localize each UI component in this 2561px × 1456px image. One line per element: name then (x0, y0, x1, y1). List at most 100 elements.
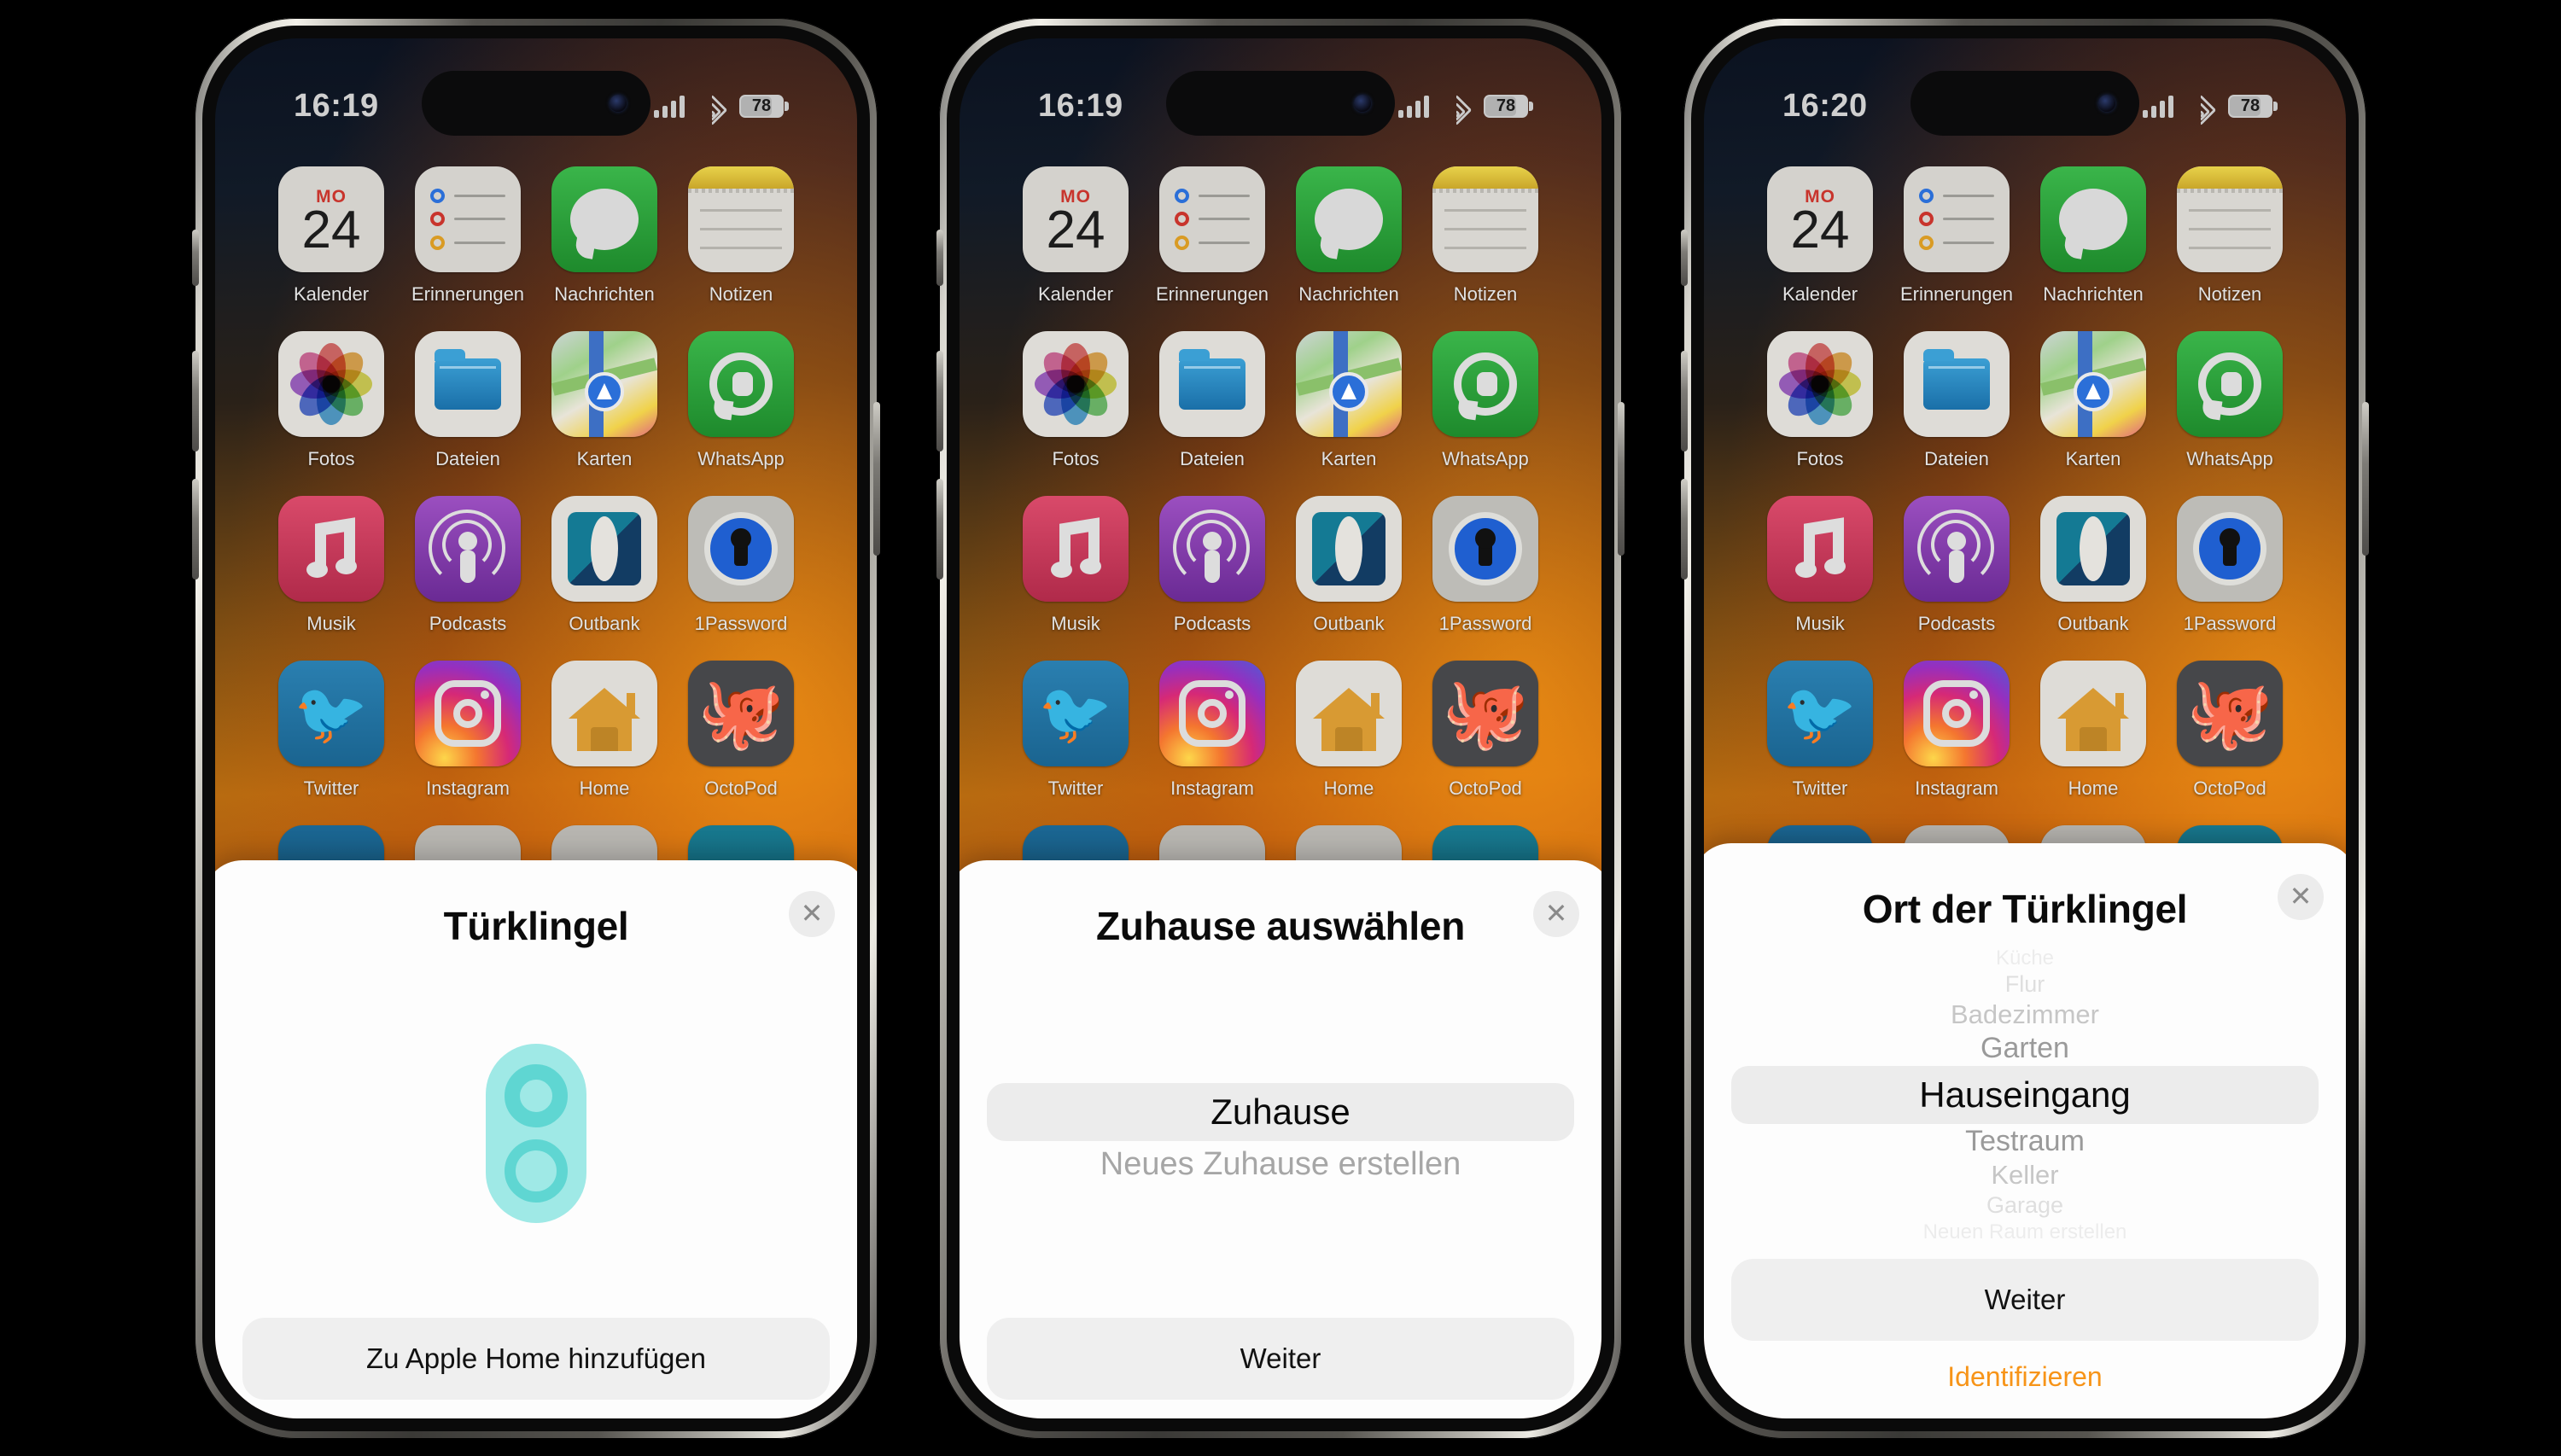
app-fotos[interactable]: Fotos (263, 330, 400, 470)
app-fotos[interactable]: Fotos (1007, 330, 1144, 470)
app-fotos[interactable]: Fotos (1752, 330, 1888, 470)
cellular-signal-icon (654, 95, 685, 118)
app-musik[interactable]: Musik (1752, 495, 1888, 635)
app-kalender[interactable]: MO 24 Kalender (263, 166, 400, 306)
room-option[interactable]: Garten (1731, 1031, 2319, 1066)
app-1password[interactable]: 1Password (673, 495, 809, 635)
mute-switch[interactable] (192, 229, 199, 286)
room-option[interactable]: Neuen Raum erstellen (1731, 1220, 2319, 1244)
room-option-selected[interactable]: Hauseingang (1731, 1066, 2319, 1124)
reminders-icon (415, 166, 521, 272)
app-kalender[interactable]: MO 24 Kalender (1007, 166, 1144, 306)
doorbell-icon (486, 1043, 586, 1223)
add-to-apple-home-button[interactable]: Zu Apple Home hinzufügen (242, 1317, 830, 1400)
app-twitter[interactable]: 🐦 Twitter (263, 660, 400, 800)
app-dateien[interactable]: Dateien (400, 330, 536, 470)
continue-button[interactable]: Weiter (1731, 1258, 2319, 1341)
app-label: Instagram (426, 777, 510, 799)
home-picker[interactable]: Zuhause Neues Zuhause erstellen (987, 949, 1574, 1318)
battery-icon: 78 (2228, 95, 2278, 118)
home-picker-create-option[interactable]: Neues Zuhause erstellen (987, 1146, 1574, 1183)
calendar-icon: MO 24 (1767, 166, 1873, 272)
app-notizen[interactable]: Notizen (2161, 166, 2298, 306)
app-karten[interactable]: Karten (2025, 330, 2161, 470)
close-icon[interactable]: ✕ (789, 890, 835, 937)
sheet-title: Ort der Türklingel (1862, 886, 2188, 931)
room-option[interactable]: Keller (1731, 1159, 2319, 1191)
volume-down-button[interactable] (1681, 478, 1688, 579)
close-icon[interactable]: ✕ (1533, 890, 1579, 937)
app-octopod[interactable]: 🐙 OctoPod (673, 660, 809, 800)
app-erinnerungen[interactable]: Erinnerungen (1888, 166, 2025, 306)
app-home[interactable]: Home (1280, 660, 1417, 800)
app-erinnerungen[interactable]: Erinnerungen (400, 166, 536, 306)
sheet-title: Türklingel (443, 903, 629, 948)
app-label: Twitter (303, 777, 359, 799)
identify-link[interactable]: Identifizieren (1731, 1361, 2319, 1393)
wifi-icon (1440, 94, 1473, 125)
app-label: Musik (1795, 612, 1845, 634)
app-notizen[interactable]: Notizen (1417, 166, 1554, 306)
volume-up-button[interactable] (1681, 350, 1688, 451)
app-1password[interactable]: 1Password (2161, 495, 2298, 635)
close-icon[interactable]: ✕ (2278, 873, 2324, 920)
app-dateien[interactable]: Dateien (1888, 330, 2025, 470)
app-karten[interactable]: Karten (536, 330, 673, 470)
volume-up-button[interactable] (936, 350, 943, 451)
app-twitter[interactable]: 🐦 Twitter (1752, 660, 1888, 800)
room-option[interactable]: Flur (1731, 970, 2319, 999)
app-nachrichten[interactable]: Nachrichten (1280, 166, 1417, 306)
mute-switch[interactable] (936, 229, 943, 286)
app-whatsapp[interactable]: WhatsApp (2161, 330, 2298, 470)
room-option[interactable]: Küche (1731, 946, 2319, 970)
volume-down-button[interactable] (192, 478, 199, 579)
power-button[interactable] (873, 401, 880, 556)
app-instagram[interactable]: Instagram (400, 660, 536, 800)
music-icon (1023, 495, 1129, 602)
app-label: Home (1323, 777, 1374, 799)
power-button[interactable] (1618, 401, 1625, 556)
app-musik[interactable]: Musik (263, 495, 400, 635)
app-twitter[interactable]: 🐦 Twitter (1007, 660, 1144, 800)
app-whatsapp[interactable]: WhatsApp (673, 330, 809, 470)
home-picker-selected[interactable]: Zuhause (987, 1083, 1574, 1141)
app-podcasts[interactable]: Podcasts (400, 495, 536, 635)
app-whatsapp[interactable]: WhatsApp (1417, 330, 1554, 470)
app-erinnerungen[interactable]: Erinnerungen (1144, 166, 1280, 306)
app-instagram[interactable]: Instagram (1144, 660, 1280, 800)
app-notizen[interactable]: Notizen (673, 166, 809, 306)
continue-button[interactable]: Weiter (987, 1317, 1574, 1400)
volume-down-button[interactable] (936, 478, 943, 579)
app-label: Karten (576, 447, 633, 469)
app-outbank[interactable]: Outbank (2025, 495, 2161, 635)
volume-up-button[interactable] (192, 350, 199, 451)
app-musik[interactable]: Musik (1007, 495, 1144, 635)
app-home[interactable]: Home (2025, 660, 2161, 800)
power-button[interactable] (2362, 401, 2369, 556)
podcasts-icon (1904, 495, 2010, 602)
app-outbank[interactable]: Outbank (536, 495, 673, 635)
app-octopod[interactable]: 🐙 OctoPod (1417, 660, 1554, 800)
app-karten[interactable]: Karten (1280, 330, 1417, 470)
app-octopod[interactable]: 🐙 OctoPod (2161, 660, 2298, 800)
room-option[interactable]: Garage (1731, 1191, 2319, 1220)
reminders-icon (1904, 166, 2010, 272)
app-home[interactable]: Home (536, 660, 673, 800)
music-icon (278, 495, 384, 602)
app-nachrichten[interactable]: Nachrichten (2025, 166, 2161, 306)
app-podcasts[interactable]: Podcasts (1144, 495, 1280, 635)
app-label: Twitter (1792, 777, 1848, 799)
app-kalender[interactable]: MO 24 Kalender (1752, 166, 1888, 306)
mute-switch[interactable] (1681, 229, 1688, 286)
app-outbank[interactable]: Outbank (1280, 495, 1417, 635)
app-nachrichten[interactable]: Nachrichten (536, 166, 673, 306)
app-dateien[interactable]: Dateien (1144, 330, 1280, 470)
app-1password[interactable]: 1Password (1417, 495, 1554, 635)
app-label: 1Password (1438, 612, 1532, 634)
room-option[interactable]: Testraum (1731, 1124, 2319, 1159)
app-instagram[interactable]: Instagram (1888, 660, 2025, 800)
room-option[interactable]: Badezimmer (1731, 999, 2319, 1031)
app-podcasts[interactable]: Podcasts (1888, 495, 2025, 635)
room-picker[interactable]: Küche Flur Badezimmer Garten Hauseingang… (1731, 932, 2319, 1259)
status-indicators: 78 (2143, 94, 2278, 125)
